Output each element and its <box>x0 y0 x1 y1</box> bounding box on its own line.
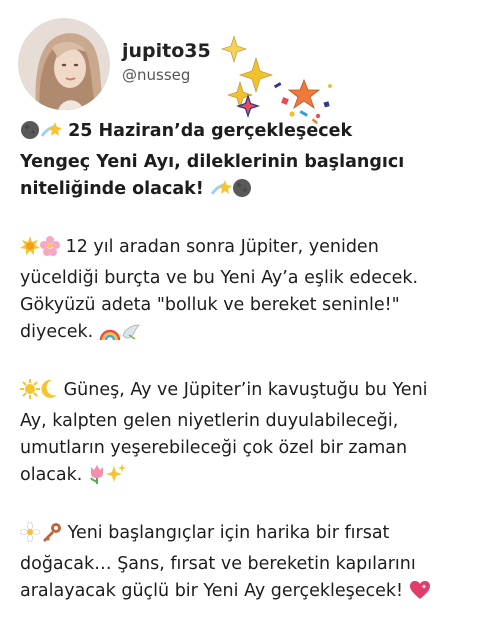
post-line: yüceldiği burçta ve bu Yeni Ay’a eşlik e… <box>20 268 419 288</box>
post-body: 25 Haziran’da gerçekleşecek Yengeç Yeni … <box>19 118 475 609</box>
shooting-star-icon <box>40 120 62 149</box>
post-line: diyecek. <box>20 319 475 350</box>
post-text: 12 yıl aradan sonra Jüpiter, yeniden <box>65 237 379 257</box>
post-line: 12 yıl aradan sonra Jüpiter, yeniden <box>20 234 475 265</box>
heart-icon <box>409 580 431 609</box>
post-line: umutların yeşerebileceği çok özel bir za… <box>20 438 408 458</box>
daisy-icon <box>19 521 41 551</box>
shooting-star-icon <box>210 178 232 207</box>
sun-icon <box>20 236 40 265</box>
user-handle[interactable]: @nusseg <box>122 66 190 84</box>
post-paragraph-jupiter: 12 yıl aradan sonra Jüpiter, yeniden yüc… <box>20 234 475 350</box>
post-text: aralayacak güçlü bir Yeni Ay gerçekleşec… <box>20 581 404 601</box>
woman-portrait-avatar-icon <box>18 18 110 110</box>
post-line: Güneş, Ay ve Jüpiter’in kavuştuğu bu Yen… <box>20 377 475 408</box>
post-text: olacak. <box>20 465 83 485</box>
post-paragraph-announcement: 25 Haziran’da gerçekleşecek Yengeç Yeni … <box>20 118 475 207</box>
post-line: Gökyüzü adeta "bolluk ve bereket seninle… <box>20 295 400 315</box>
post-text: Yeni başlangıçlar için harika bir fırsat <box>67 523 390 543</box>
post-line: 25 Haziran’da gerçekleşecek <box>20 118 475 149</box>
post-text: 25 Haziran’da gerçekleşecek <box>68 121 353 141</box>
new-moon-icon <box>20 120 40 149</box>
avatar[interactable] <box>18 18 110 110</box>
tulip-icon <box>88 464 106 493</box>
post-text: Güneş, Ay ve Jüpiter’in kavuştuğu bu Yen… <box>63 380 428 400</box>
post-line: niteliğinde olacak! <box>20 176 475 207</box>
post-line: aralayacak güçlü bir Yeni Ay gerçekleşec… <box>20 578 475 609</box>
rainbow-icon <box>99 323 121 350</box>
post-line: Ay, kalpten gelen niyetlerin duyulabilec… <box>20 411 399 431</box>
username[interactable]: jupito35 <box>122 40 211 62</box>
sparkles-icon <box>105 464 126 493</box>
dove-icon <box>121 323 141 350</box>
post-line: Yengeç Yeni Ayı, dileklerinin başlangıcı <box>20 152 405 172</box>
sun-with-face-icon <box>20 379 40 408</box>
post-header: jupito35 @nusseg <box>18 18 478 125</box>
post-line: Yeni başlangıçlar için harika bir fırsat <box>19 520 475 551</box>
post-text: niteliğinde olacak! <box>20 179 204 199</box>
post-line: olacak. <box>20 462 475 493</box>
new-moon-icon <box>232 178 252 207</box>
post-line: doğacak… Şans, fırsat ve bereketin kapıl… <box>20 554 416 574</box>
key-icon <box>40 522 62 551</box>
cherry-blossom-icon <box>40 236 60 265</box>
post-paragraph-opportunity: Yeni başlangıçlar için harika bir fırsat… <box>19 520 475 609</box>
post-paragraph-conjunction: Güneş, Ay ve Jüpiter’in kavuştuğu bu Yen… <box>20 377 475 493</box>
post-text: diyecek. <box>20 322 94 342</box>
crescent-moon-icon <box>40 379 58 408</box>
